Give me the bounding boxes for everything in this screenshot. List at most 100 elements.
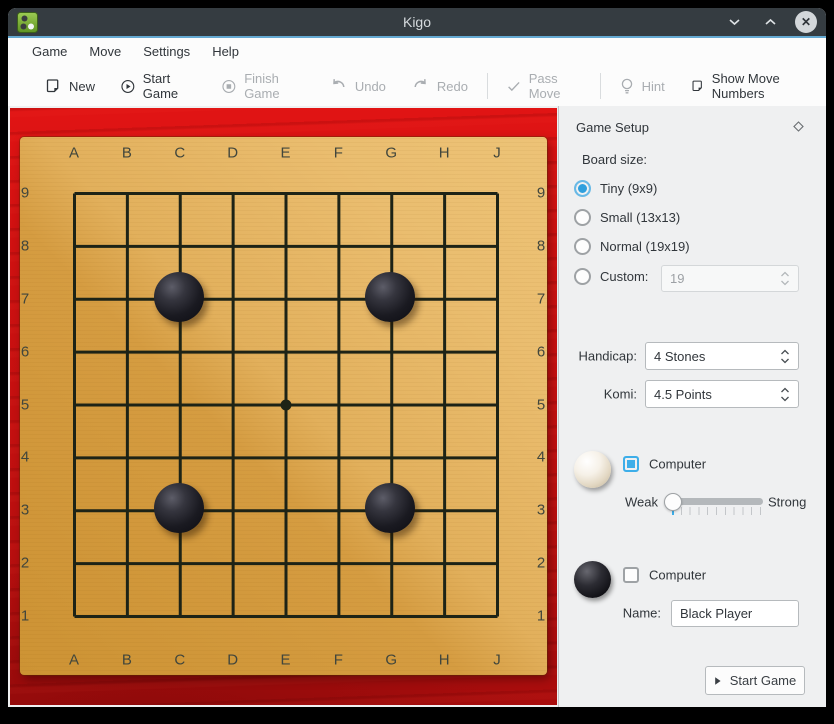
redo-icon	[412, 78, 429, 94]
board-coordinate-label: J	[493, 652, 501, 669]
board-coordinate-label: 9	[537, 185, 545, 202]
white-computer-checkbox[interactable]	[623, 456, 639, 472]
board-coordinate-label: A	[69, 145, 79, 162]
board-coordinate-label: 5	[21, 396, 29, 413]
star-point	[280, 399, 291, 410]
maximize-button[interactable]	[759, 11, 781, 33]
board-coordinate-label: 2	[537, 555, 545, 572]
stop-circle-icon	[222, 78, 236, 95]
board-coordinate-label: G	[385, 652, 397, 669]
toolbar-separator	[487, 73, 488, 99]
name-label: Name:	[581, 606, 661, 621]
board-coordinate-label: B	[122, 145, 132, 162]
board-coordinate-label: G	[385, 145, 397, 162]
black-stone	[154, 272, 204, 322]
radio-custom[interactable]: Custom:	[574, 268, 648, 285]
board-coordinate-label: F	[334, 652, 343, 669]
play-circle-icon	[121, 78, 135, 95]
hint-button: Hint	[607, 66, 678, 106]
strong-label: Strong	[768, 495, 806, 510]
chevron-up-icon	[764, 18, 777, 26]
game-setup-panel: Game Setup Board size: Tiny (9x9) Small …	[558, 106, 826, 707]
spinbox-arrows-icon	[780, 386, 790, 403]
board-coordinate-label: B	[122, 652, 132, 669]
titlebar[interactable]: Kigo ✕	[8, 8, 826, 38]
handicap-spinbox[interactable]: 4 Stones	[645, 342, 799, 370]
board-coordinate-label: J	[493, 145, 501, 162]
radio-tiny[interactable]: Tiny (9x9)	[574, 180, 657, 197]
white-player-stone	[574, 451, 611, 488]
chevron-down-icon	[728, 18, 741, 26]
menu-help[interactable]: Help	[201, 38, 250, 66]
go-board-view: AABBCCDDEEFFGGHHJJ998877665544332211	[8, 106, 558, 707]
board-coordinate-label: 3	[537, 502, 545, 519]
black-computer-checkbox[interactable]	[623, 567, 639, 583]
board-coordinate-label: 8	[537, 237, 545, 254]
checkmark-icon	[507, 80, 521, 93]
start-game-button[interactable]: Start Game	[108, 66, 209, 106]
board-coordinate-label: C	[174, 145, 185, 162]
radio-dot	[574, 180, 591, 197]
menu-move[interactable]: Move	[78, 38, 132, 66]
radio-normal[interactable]: Normal (19x19)	[574, 238, 690, 255]
float-panel-button[interactable]	[793, 120, 804, 135]
board-coordinate-label: H	[439, 652, 450, 669]
pass-move-button: Pass Move	[494, 66, 594, 106]
board-coordinate-label: A	[69, 652, 79, 669]
kigo-app-icon	[17, 12, 38, 33]
board-coordinate-label: 8	[21, 237, 29, 254]
slider-ticks	[672, 507, 761, 515]
undo-icon	[330, 78, 347, 94]
handicap-label: Handicap:	[559, 349, 637, 364]
black-player-stone	[574, 561, 611, 598]
board-coordinate-label: 2	[21, 555, 29, 572]
board-coordinate-label: 7	[21, 290, 29, 307]
black-stone	[365, 483, 415, 533]
board-coordinate-label: 1	[21, 608, 29, 625]
radio-small[interactable]: Small (13x13)	[574, 209, 680, 226]
new-button[interactable]: New	[32, 66, 108, 106]
white-computer-label: Computer	[649, 457, 706, 472]
diamond-icon	[793, 121, 804, 132]
board-coordinate-label: 7	[537, 290, 545, 307]
undo-button: Undo	[317, 66, 399, 106]
board-coordinate-label: 9	[21, 185, 29, 202]
weak-label: Weak	[581, 495, 658, 510]
menubar: Game Move Settings Help	[8, 38, 826, 66]
board-coordinate-label: C	[174, 652, 185, 669]
board-coordinate-label: D	[227, 652, 238, 669]
board-coordinate-label: 4	[21, 449, 29, 466]
radio-dot	[574, 238, 591, 255]
play-triangle-icon	[714, 676, 722, 686]
radio-dot	[574, 209, 591, 226]
new-document-icon	[45, 78, 61, 94]
komi-spinbox[interactable]: 4.5 Points	[645, 380, 799, 408]
spinbox-arrows-icon	[780, 270, 790, 287]
radio-dot	[574, 268, 591, 285]
minimize-button[interactable]	[723, 11, 745, 33]
board-coordinate-label: 4	[537, 449, 545, 466]
black-stone	[365, 272, 415, 322]
finish-game-button: Finish Game	[209, 66, 316, 106]
panel-title: Game Setup	[576, 120, 649, 135]
black-stone	[154, 483, 204, 533]
start-game-panel-button[interactable]: Start Game	[705, 666, 805, 695]
strength-slider-handle[interactable]	[664, 493, 682, 511]
board-coordinate-label: 1	[537, 608, 545, 625]
spinbox-arrows-icon	[780, 348, 790, 365]
show-move-numbers-button[interactable]: Show Move Numbers	[678, 66, 826, 106]
board-coordinate-label: H	[439, 145, 450, 162]
board-coordinate-label: F	[334, 145, 343, 162]
board-coordinate-label: D	[227, 145, 238, 162]
board-coordinate-label: 5	[537, 396, 545, 413]
move-numbers-icon	[691, 78, 704, 94]
redo-button: Redo	[399, 66, 481, 106]
komi-label: Komi:	[559, 387, 637, 402]
board-size-label: Board size:	[582, 152, 647, 167]
menu-settings[interactable]: Settings	[132, 38, 201, 66]
close-button[interactable]: ✕	[795, 11, 817, 33]
board-coordinate-label: E	[280, 652, 290, 669]
black-player-name-input[interactable]	[671, 600, 799, 627]
menu-game[interactable]: Game	[21, 38, 78, 66]
custom-size-spinbox: 19	[661, 265, 799, 292]
